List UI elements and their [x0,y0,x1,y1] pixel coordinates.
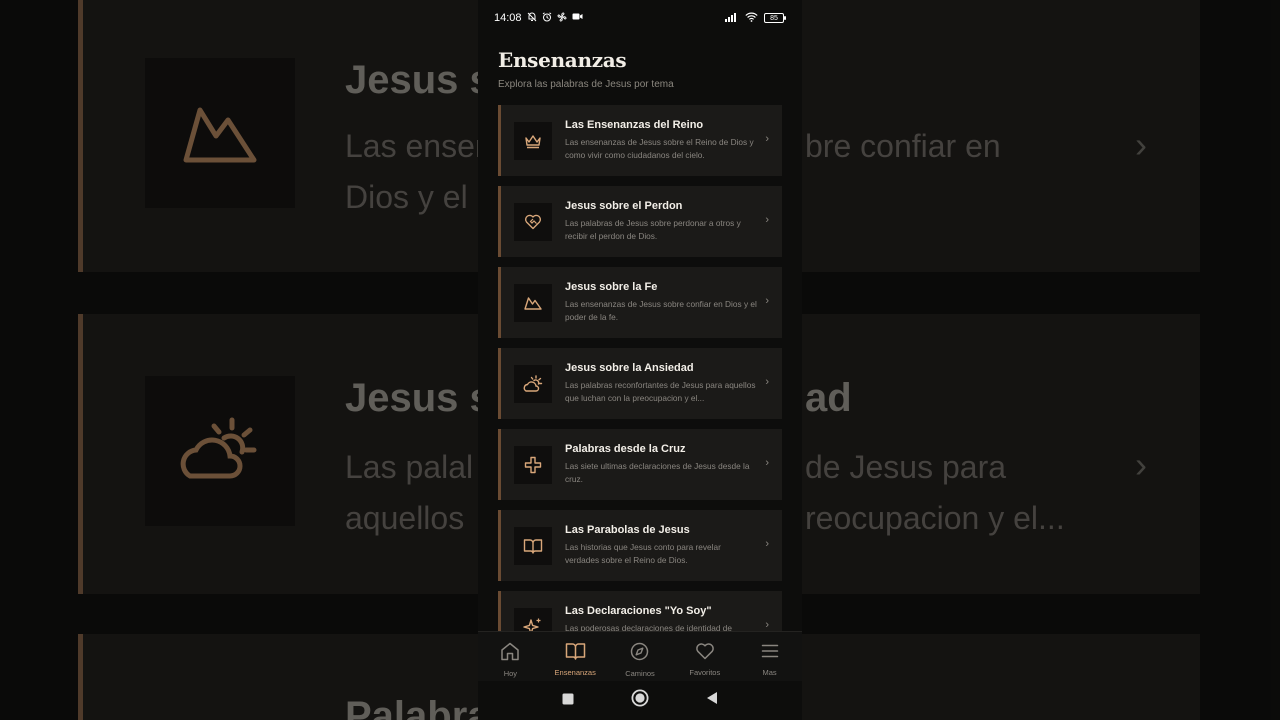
sun-cloud-icon [514,364,552,403]
topic-title: Jesus sobre la Ansiedad [565,362,694,374]
tab-label: Ensenanzas [554,668,596,677]
tab-label: Mas [762,668,777,677]
phone-screen: 14:08 85 Ensenanzas Explora las palabras… [478,0,802,720]
tab-label: Hoy [503,669,518,678]
tab-favoritos[interactable]: Favoritos [672,632,737,681]
topic-card[interactable]: Las Parabolas de Jesus Las historias que… [498,510,782,581]
tab-ensenanzas[interactable]: Ensenanzas [543,632,608,681]
crown-icon [514,121,552,160]
page-header: Ensenanzas Explora las palabras de Jesus… [498,48,674,90]
video-icon [572,12,583,24]
home-button[interactable] [631,689,649,712]
topic-card[interactable]: Jesus sobre la Fe Las ensenanzas de Jesu… [498,267,782,338]
status-bar: 14:08 85 [494,8,786,28]
battery-icon: 85 [764,13,786,23]
topic-description: Las siete ultimas declaraciones de Jesus… [565,461,750,484]
topic-description: Las historias que Jesus conto para revel… [565,542,721,565]
chevron-right-icon: › [765,214,769,226]
tab-hoy[interactable]: Hoy [478,632,543,681]
topic-title: Jesus sobre el Perdon [565,200,683,212]
menu-icon [761,642,779,665]
topic-description: Las ensenanzas de Jesus sobre confiar en… [565,299,757,322]
chevron-right-icon: › [765,457,769,469]
topic-title: Palabras desde la Cruz [565,443,686,455]
topic-card[interactable]: Jesus sobre el Perdon Las palabras de Je… [498,186,782,257]
home-icon [500,642,520,666]
topic-description: Las poderosas declaraciones de identidad… [565,623,732,631]
system-navigation-bar [478,681,802,720]
chevron-right-icon: › [765,295,769,307]
sparkles-icon [514,607,552,631]
wifi-icon [745,12,758,25]
topic-card[interactable]: Jesus sobre la Ansiedad Las palabras rec… [498,348,782,419]
chevron-right-icon: › [765,538,769,550]
tab-label: Caminos [625,669,655,678]
compass-icon [630,642,649,666]
mountain-icon [514,283,552,322]
chevron-right-icon: › [765,133,769,145]
fan-icon [557,12,567,25]
mute-icon [527,12,537,25]
cross-icon [514,445,552,484]
back-button[interactable] [706,691,718,710]
tab-mas[interactable]: Mas [737,632,802,681]
open-book-icon [514,526,552,565]
topic-card[interactable]: Palabras desde la Cruz Las siete ultimas… [498,429,782,500]
tab-caminos[interactable]: Caminos [608,632,673,681]
heart-icon [695,642,715,665]
page-title: Ensenanzas [498,48,627,72]
topic-description: Las ensenanzas de Jesus sobre el Reino d… [565,137,754,160]
tab-label: Favoritos [689,668,721,677]
page-subtitle: Explora las palabras de Jesus por tema [498,79,674,90]
topic-title: Las Ensenanzas del Reino [565,119,704,131]
recents-button[interactable] [562,692,574,710]
status-time: 14:08 [494,12,522,24]
chevron-right-icon: › [765,619,769,631]
topic-title: Jesus sobre la Fe [565,281,658,293]
topic-title: Las Declaraciones "Yo Soy" [565,605,712,617]
topics-list[interactable]: Las Ensenanzas del Reino Las ensenanzas … [498,105,782,631]
topic-card[interactable]: Las Declaraciones "Yo Soy" Las poderosas… [498,591,782,631]
topic-title: Las Parabolas de Jesus [565,524,690,536]
book-icon [565,642,586,665]
heart-handshake-icon [514,202,552,241]
topic-description: Las palabras de Jesus sobre perdonar a o… [565,218,741,241]
alarm-icon [542,11,552,25]
bottom-tab-bar: Hoy Ensenanzas Caminos Favoritos Mas [478,631,802,681]
chevron-right-icon: › [765,376,769,388]
signal-icon [725,12,739,25]
topic-description: Las palabras reconfortantes de Jesus par… [565,380,756,403]
topic-card[interactable]: Las Ensenanzas del Reino Las ensenanzas … [498,105,782,176]
